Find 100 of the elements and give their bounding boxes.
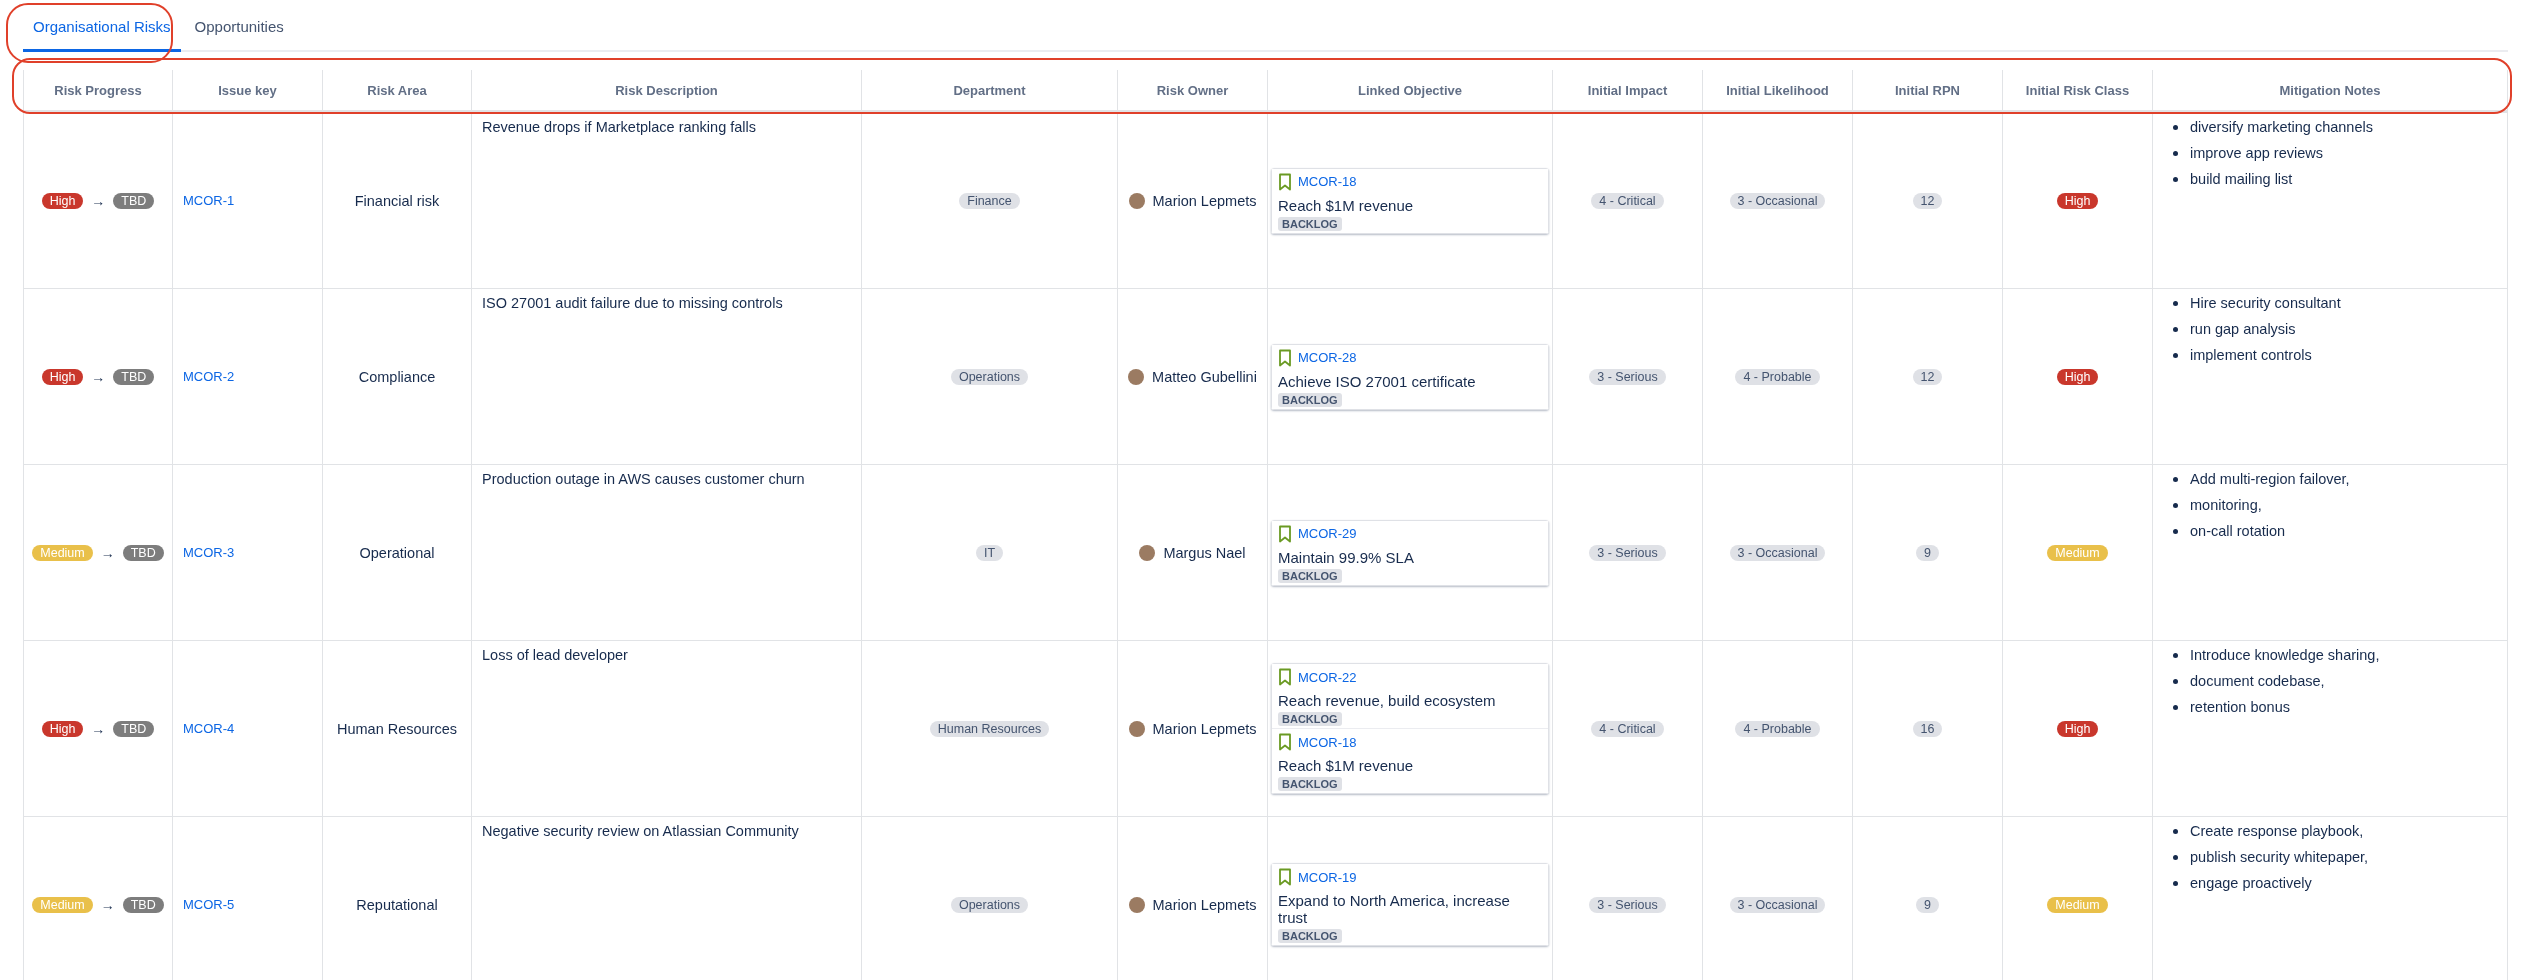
avatar-icon (1128, 896, 1145, 913)
bookmark-icon (1278, 868, 1292, 886)
bullet-icon (2173, 326, 2178, 332)
issue-key-link[interactable]: MCOR-4 (183, 721, 235, 736)
column-header[interactable]: Risk Progress (54, 82, 142, 98)
issue-key-link[interactable]: MCOR-3 (183, 545, 235, 560)
linked-objective-card[interactable]: MCOR-22 Reach revenue, build ecosystem BACKLOG (1272, 664, 1548, 728)
impact-tag: 4 - Critical (1591, 192, 1664, 209)
risk-area-text: Financial risk (354, 192, 440, 209)
avatar-icon (1128, 720, 1145, 737)
likelihood-tag: 4 - Probable (1735, 720, 1820, 737)
linked-objective-card[interactable]: MCOR-19 Expand to North America, increase trust BACKLOG (1272, 864, 1548, 945)
column-header[interactable]: Risk Description (615, 82, 718, 98)
likelihood-tag: 3 - Occasional (1729, 896, 1826, 913)
column-header[interactable]: Initial Risk Class (2025, 82, 2130, 98)
rpn-tag: 12 (1912, 368, 1943, 385)
column-header[interactable]: Mitigation Notes (2279, 82, 2381, 98)
issue-key-link[interactable]: MCOR-1 (183, 193, 235, 208)
mitigation-note: run gap analysis (2190, 321, 2296, 337)
objective-key-link[interactable]: MCOR-18 (1298, 174, 1357, 189)
bullet-icon (2173, 704, 2178, 710)
risk-class-badge: High (2056, 720, 2099, 737)
mitigation-note: improve app reviews (2190, 145, 2323, 161)
linked-objective-card[interactable]: MCOR-29 Maintain 99.9% SLA BACKLOG (1272, 520, 1548, 585)
impact-tag: 3 - Serious (1589, 544, 1666, 561)
bullet-icon (2173, 476, 2178, 482)
risk-class-badge: High (2056, 192, 2099, 209)
status-tag: BACKLOG (1278, 568, 1342, 583)
bullet-icon (2173, 678, 2178, 684)
bookmark-icon (1278, 733, 1292, 751)
mitigation-note: on-call rotation (2190, 523, 2286, 539)
status-tag: BACKLOG (1278, 712, 1342, 726)
risk-progress-from-badge: High (41, 192, 84, 209)
objective-key-link[interactable]: MCOR-18 (1298, 734, 1357, 750)
objective-key-link[interactable]: MCOR-28 (1298, 350, 1357, 365)
column-header[interactable]: Initial Impact (1587, 82, 1668, 98)
status-tag: BACKLOG (1278, 777, 1342, 791)
rpn-tag: 9 (1916, 544, 1939, 561)
objective-title: Expand to North America, increase trust (1278, 892, 1511, 926)
bookmark-icon (1278, 668, 1292, 686)
status-tag: BACKLOG (1278, 216, 1342, 231)
rpn-tag: 16 (1912, 720, 1943, 737)
mitigation-note: retention bonus (2190, 699, 2290, 715)
mitigation-note: build mailing list (2190, 171, 2293, 187)
risk-owner-name: Marion Lepmets (1152, 720, 1257, 737)
arrow-text: → (91, 368, 106, 385)
risk-progress-to-badge: TBD (113, 192, 155, 209)
risk-progress-to-badge: TBD (113, 720, 155, 737)
risk-description-text: Revenue drops if Marketplace ranking falls (482, 119, 757, 135)
likelihood-tag: 3 - Occasional (1729, 544, 1826, 561)
likelihood-tag: 3 - Occasional (1729, 192, 1826, 209)
arrow-text: → (100, 544, 115, 561)
impact-tag: 4 - Critical (1591, 720, 1664, 737)
mitigation-note: engage proactively (2190, 875, 2312, 891)
mitigation-note: publish security whitepaper, (2190, 849, 2369, 865)
issue-key-link[interactable]: MCOR-5 (183, 897, 235, 912)
rpn-tag: 9 (1916, 896, 1939, 913)
arrow-text: → (100, 896, 115, 913)
impact-tag: 3 - Serious (1589, 368, 1666, 385)
column-header[interactable]: Linked Objective (1357, 82, 1462, 98)
department-tag: Operations (950, 368, 1029, 385)
risk-owner-name: Marion Lepmets (1152, 192, 1257, 209)
bookmark-icon (1278, 172, 1292, 191)
bookmark-icon (1278, 524, 1292, 543)
linked-objective-card[interactable]: MCOR-28 Achieve ISO 27001 certificate BACKLOG (1272, 344, 1548, 409)
risk-owner-name: Matteo Gubellini (1152, 368, 1257, 385)
issue-key-link[interactable]: MCOR-2 (183, 369, 235, 384)
risk-description-text: Loss of lead developer (482, 647, 628, 663)
tab[interactable]: Opportunities (184, 10, 294, 52)
bullet-icon (2173, 300, 2178, 306)
bullet-icon (2173, 880, 2178, 886)
bullet-icon (2173, 828, 2178, 834)
likelihood-tag: 4 - Probable (1735, 368, 1820, 385)
objective-title: Maintain 99.9% SLA (1278, 548, 1414, 566)
risk-progress-from-badge: Medium (32, 544, 93, 561)
linked-objective-card[interactable]: MCOR-18 Reach $1M revenue BACKLOG (1272, 728, 1548, 793)
column-header[interactable]: Department (953, 82, 1026, 98)
objective-key-link[interactable]: MCOR-19 (1298, 869, 1357, 885)
bullet-icon (2173, 352, 2178, 358)
risk-description-text: Production outage in AWS causes customer churn (482, 471, 805, 487)
risk-progress-from-badge: High (41, 368, 84, 385)
mitigation-note: Hire security consultant (2190, 295, 2341, 311)
column-header[interactable]: Risk Area (367, 82, 427, 98)
column-header[interactable]: Risk Owner (1156, 82, 1229, 98)
bullet-icon (2173, 528, 2178, 534)
tab[interactable]: Organisational Risks (23, 10, 181, 52)
objective-key-link[interactable]: MCOR-22 (1298, 669, 1357, 685)
column-header[interactable]: Issue key (218, 82, 277, 98)
rpn-tag: 12 (1912, 192, 1943, 209)
bullet-icon (2173, 502, 2178, 508)
linked-objective-card[interactable]: MCOR-18 Reach $1M revenue BACKLOG (1272, 168, 1548, 233)
mitigation-note: Create response playbook, (2190, 823, 2364, 839)
column-header[interactable]: Initial RPN (1895, 82, 1960, 98)
objective-key-link[interactable]: MCOR-29 (1298, 526, 1357, 541)
arrow-text: → (91, 720, 106, 737)
risk-area-text: Compliance (358, 368, 436, 385)
column-header[interactable]: Initial Likelihood (1726, 82, 1829, 98)
department-tag: IT (975, 544, 1004, 561)
department-tag: Finance (959, 192, 1020, 209)
risk-class-badge: High (2056, 368, 2099, 385)
